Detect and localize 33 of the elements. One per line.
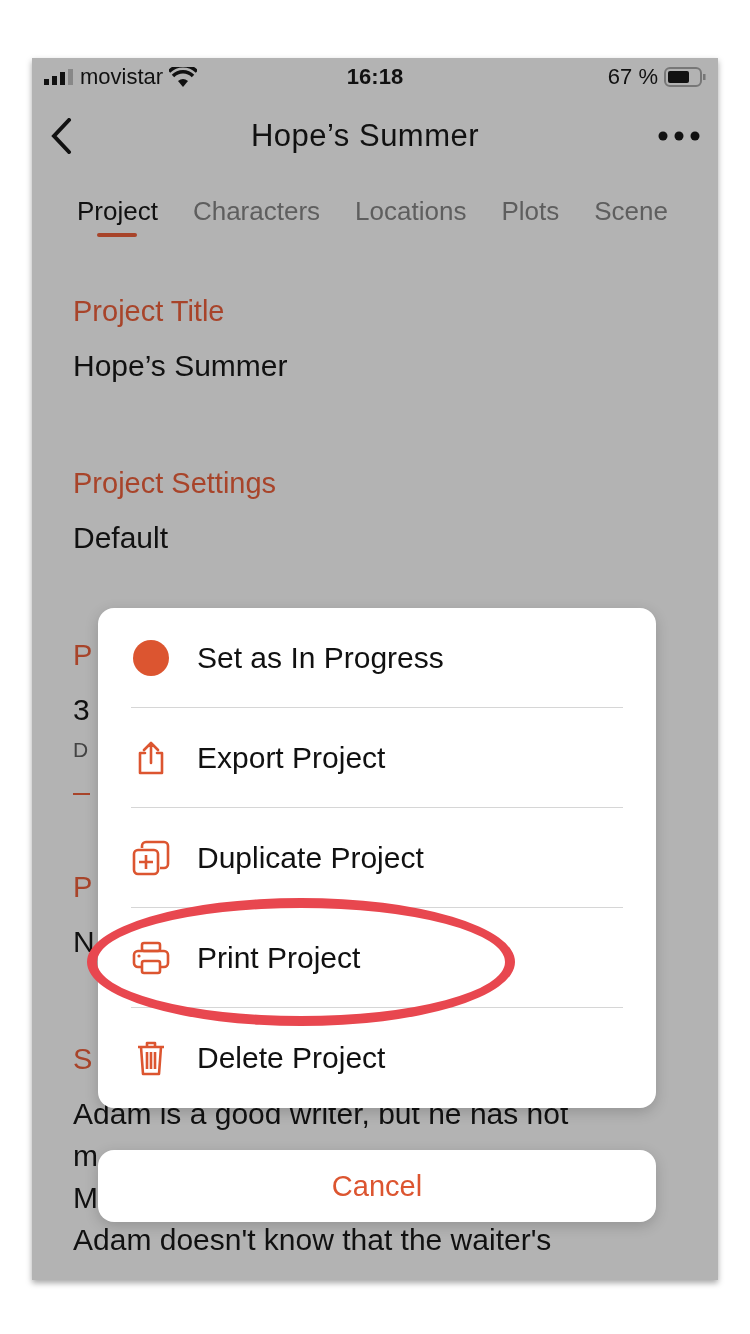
menu-item[interactable]: Duplicate Project xyxy=(131,808,623,908)
section-value: Hope’s Summer xyxy=(73,348,288,384)
more-icon[interactable] xyxy=(658,130,700,141)
clock-time: 16:18 xyxy=(346,64,404,90)
duplicate-icon xyxy=(132,839,170,876)
screen-title: Hope’s Summer xyxy=(250,117,480,154)
section-label: P xyxy=(73,638,93,673)
section-label: S xyxy=(73,1042,93,1077)
wifi-icon xyxy=(169,67,198,87)
signal-icon xyxy=(44,69,74,85)
battery-icon xyxy=(664,67,706,87)
summary-line: Adam doesn't know that the waiter's xyxy=(73,1222,552,1258)
summary-line: M xyxy=(73,1180,98,1216)
menu-item[interactable]: Export Project xyxy=(131,708,623,808)
section-value: Default xyxy=(73,520,169,556)
section-value: 3 xyxy=(73,692,90,728)
menu-item[interactable]: Print Project xyxy=(131,908,623,1008)
section-label: P xyxy=(73,870,93,905)
menu-item[interactable]: Delete Project xyxy=(131,1008,623,1108)
printer-icon xyxy=(132,940,170,975)
trash-icon xyxy=(136,1040,166,1076)
cancel-button[interactable]: Cancel xyxy=(98,1150,656,1222)
share-icon xyxy=(136,740,166,775)
summary-line: m xyxy=(73,1138,98,1174)
section-label: Project Title xyxy=(73,294,225,329)
carrier-name: movistar xyxy=(80,64,164,90)
date-note: D xyxy=(73,737,89,763)
section-value: N xyxy=(73,924,95,960)
battery-percent: 67 % xyxy=(607,64,658,90)
section-label: Project Settings xyxy=(73,466,277,501)
back-icon[interactable] xyxy=(50,117,72,154)
menu-item[interactable]: Set as In Progress xyxy=(131,608,623,708)
tab[interactable]: Project xyxy=(77,175,158,239)
